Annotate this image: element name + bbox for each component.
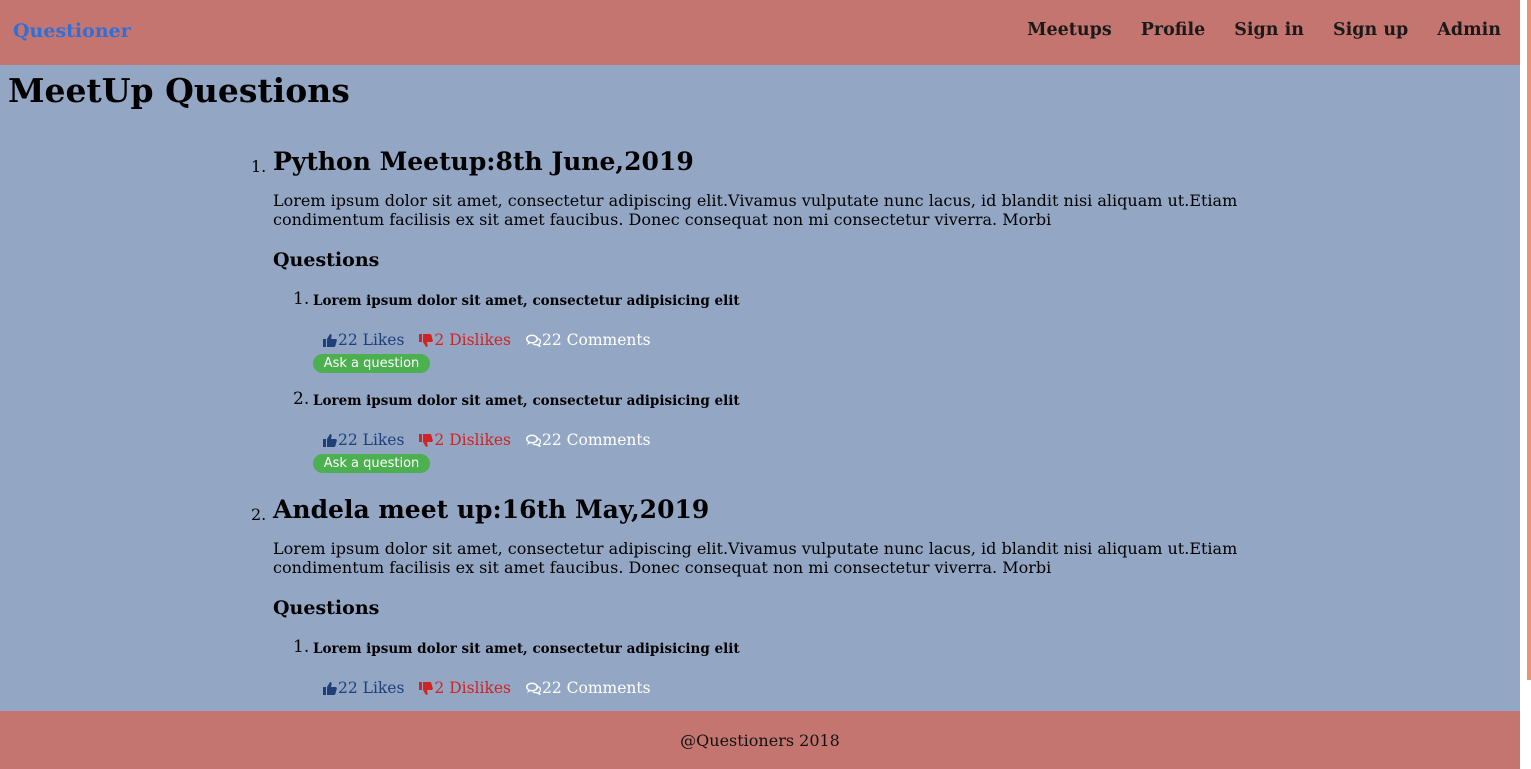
comments-link[interactable]: 22 Comments	[526, 431, 651, 449]
likes-count: 22 Likes	[338, 331, 405, 349]
likes-link[interactable]: 22 Likes	[323, 679, 404, 697]
nav-admin[interactable]: Admin	[1437, 20, 1501, 40]
question-text: Lorem ipsum dolor sit amet, consectetur …	[313, 293, 740, 309]
comments-count: 22 Comments	[541, 679, 651, 697]
nav-meetups[interactable]: Meetups	[1027, 20, 1112, 40]
question-number: 2.	[293, 389, 310, 409]
likes-count: 22 Likes	[338, 431, 405, 449]
comments-icon	[526, 681, 541, 695]
question-actions: 22 Likes 2 Dislikes 22 Comments	[323, 679, 666, 697]
comments-link[interactable]: 22 Comments	[526, 331, 651, 349]
question-item: 2. Lorem ipsum dolor sit amet, consectet…	[273, 371, 1253, 473]
meetup-item: 2. Andela meet up:16th May,2019 Lorem ip…	[251, 495, 1253, 711]
meetup-description: Lorem ipsum dolor sit amet, consectetur …	[273, 191, 1238, 229]
footer-copyright: @Questioners 2018	[680, 731, 840, 750]
comments-count: 22 Comments	[541, 431, 651, 449]
meetup-title: Python Meetup:8th June,2019	[273, 147, 694, 176]
comments-count: 22 Comments	[541, 331, 651, 349]
thumbs-up-icon	[323, 681, 337, 695]
question-actions: 22 Likes 2 Dislikes 22 Comments	[323, 431, 666, 449]
dislikes-count: 2 Dislikes	[434, 679, 511, 697]
question-actions: 22 Likes 2 Dislikes 22 Comments	[323, 331, 666, 349]
ask-question-button[interactable]: Ask a question	[313, 454, 430, 473]
meetup-title: Andela meet up:16th May,2019	[273, 495, 710, 524]
question-item: 1. Lorem ipsum dolor sit amet, consectet…	[273, 271, 1253, 373]
thumbs-down-icon	[419, 333, 434, 347]
dislikes-count: 2 Dislikes	[434, 431, 511, 449]
thumbs-up-icon	[323, 433, 337, 447]
likes-link[interactable]: 22 Likes	[323, 431, 404, 449]
meetup-number: 1.	[251, 157, 267, 176]
thumbs-down-icon	[419, 681, 434, 695]
thumbs-up-icon	[323, 333, 337, 347]
likes-link[interactable]: 22 Likes	[323, 331, 404, 349]
dislikes-link[interactable]: 2 Dislikes	[419, 331, 511, 349]
meetup-item: 1. Python Meetup:8th June,2019 Lorem ips…	[251, 147, 1253, 473]
question-text: Lorem ipsum dolor sit amet, consectetur …	[313, 393, 740, 409]
nav-sign-up[interactable]: Sign up	[1333, 20, 1408, 40]
dislikes-link[interactable]: 2 Dislikes	[419, 431, 511, 449]
page-footer: @Questioners 2018	[0, 711, 1520, 769]
question-number: 1.	[293, 289, 310, 309]
top-navbar: Questioner Meetups Profile Sign in Sign …	[0, 0, 1520, 65]
questions-heading: Questions	[273, 249, 380, 271]
meetup-description: Lorem ipsum dolor sit amet, consectetur …	[273, 539, 1238, 577]
comments-link[interactable]: 22 Comments	[526, 679, 651, 697]
comments-icon	[526, 333, 541, 347]
dislikes-count: 2 Dislikes	[434, 331, 511, 349]
question-list: 1. Lorem ipsum dolor sit amet, consectet…	[273, 271, 1253, 473]
main-content: MeetUp Questions 1. Python Meetup:8th Ju…	[0, 65, 1520, 711]
question-item: 1. Lorem ipsum dolor sit amet, consectet…	[273, 619, 1253, 711]
likes-count: 22 Likes	[338, 679, 405, 697]
page-title: MeetUp Questions	[8, 71, 350, 110]
questions-heading: Questions	[273, 597, 380, 619]
main-nav: Meetups Profile Sign in Sign up Admin	[998, 20, 1501, 40]
brand-link[interactable]: Questioner	[13, 20, 131, 42]
question-number: 1.	[293, 637, 310, 657]
nav-profile[interactable]: Profile	[1141, 20, 1206, 40]
question-text: Lorem ipsum dolor sit amet, consectetur …	[313, 641, 740, 657]
comments-icon	[526, 433, 541, 447]
thumbs-down-icon	[419, 433, 434, 447]
meetup-number: 2.	[251, 505, 267, 524]
question-list: 1. Lorem ipsum dolor sit amet, consectet…	[273, 619, 1253, 711]
scrollbar-thumb[interactable]	[1527, 0, 1531, 680]
nav-sign-in[interactable]: Sign in	[1234, 20, 1304, 40]
dislikes-link[interactable]: 2 Dislikes	[419, 679, 511, 697]
